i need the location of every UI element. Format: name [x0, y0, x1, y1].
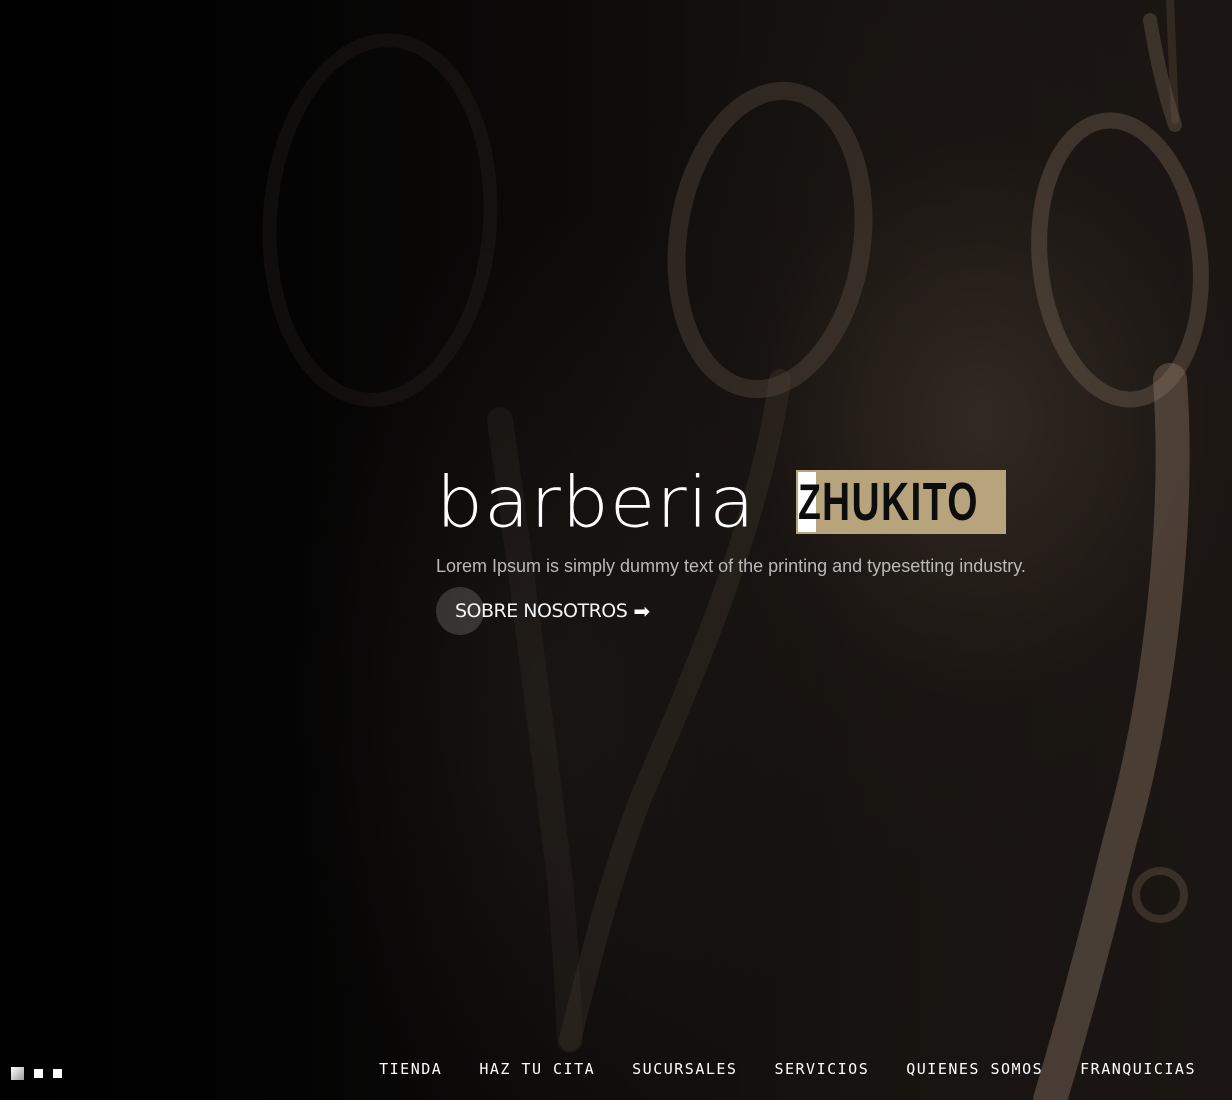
- logo-first-letter: Z: [797, 472, 821, 532]
- hero-content: barberia Z HUKITO Lorem Ipsum is simply …: [436, 462, 1136, 635]
- slider-dot-2[interactable]: [34, 1069, 43, 1078]
- arrow-right-icon: ➡: [633, 599, 651, 623]
- hero-page: barberia Z HUKITO Lorem Ipsum is simply …: [0, 0, 1232, 1100]
- nav-item-sucursales[interactable]: SUCURSALES: [632, 1060, 737, 1078]
- about-us-button[interactable]: SOBRE NOSOTROS ➡: [436, 587, 650, 635]
- nav-item-haz-tu-cita[interactable]: HAZ TU CITA: [479, 1060, 595, 1078]
- nav-item-tienda[interactable]: TIENDA: [379, 1060, 442, 1078]
- nav-item-servicios[interactable]: SERVICIOS: [774, 1060, 869, 1078]
- brand-word: barberia: [436, 462, 756, 544]
- zhukito-logo: Z HUKITO: [795, 470, 1006, 534]
- main-nav: TIENDA HAZ TU CITA SUCURSALES SERVICIOS …: [342, 1060, 1196, 1078]
- slider-dot-1[interactable]: [11, 1067, 24, 1080]
- about-us-label: SOBRE NOSOTROS: [455, 600, 628, 622]
- slider-pagination: [11, 1067, 62, 1080]
- slider-dot-3[interactable]: [53, 1069, 62, 1078]
- logo-text: HUKITO: [821, 472, 979, 532]
- nav-item-franquicias[interactable]: FRANQUICIAS: [1080, 1060, 1196, 1078]
- hero-subtitle: Lorem Ipsum is simply dummy text of the …: [436, 556, 1026, 576]
- nav-item-quienes-somos[interactable]: QUIENES SOMOS: [906, 1060, 1043, 1078]
- hero-title: barberia Z HUKITO: [436, 462, 1136, 538]
